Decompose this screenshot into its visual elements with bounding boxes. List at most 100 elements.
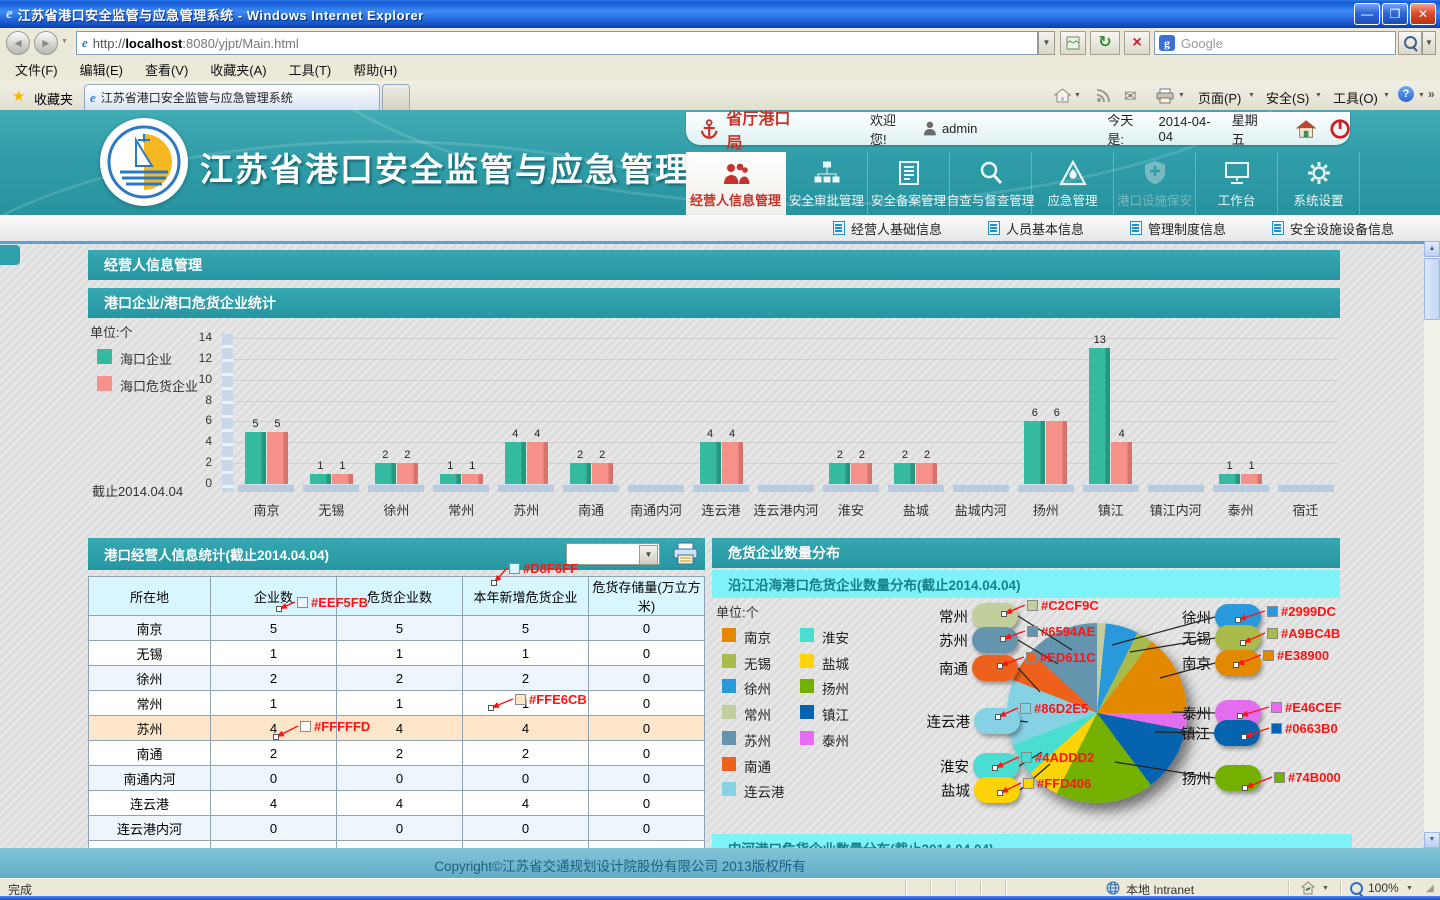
resize-grip[interactable]: ◢	[1426, 883, 1435, 894]
favorites-label[interactable]: 收藏夹	[34, 89, 73, 108]
table-row[interactable]: 南通内河0000	[89, 766, 705, 791]
print-report-icon[interactable]	[672, 541, 699, 567]
help-dropdown-icon[interactable]: ▼	[1418, 92, 1425, 99]
color-annotation-text: #0663B0	[1285, 721, 1338, 736]
pie-callout-bubble-镇江	[1214, 720, 1260, 746]
favorites-star-icon[interactable]: ★	[12, 87, 25, 105]
pie-callout-bubble-无锡	[1215, 625, 1261, 651]
search-button[interactable]	[1398, 31, 1422, 55]
table-filter-select[interactable]: ▼	[566, 543, 660, 565]
nav-item-1[interactable]: 经营人信息管理	[686, 152, 786, 215]
print-icon[interactable]	[1156, 88, 1174, 104]
safety-menu-dropdown-icon[interactable]: ▼	[1315, 92, 1322, 99]
mail-icon[interactable]: ✉	[1124, 87, 1137, 105]
nav-item-4[interactable]: 自查与督查管理	[950, 152, 1032, 215]
table-row[interactable]: 无锡1110	[89, 641, 705, 666]
nav-item-2[interactable]: 安全审批管理	[786, 152, 868, 215]
panel-collapse-handle[interactable]	[0, 245, 20, 265]
table-cell: 2	[211, 841, 337, 849]
home-icon[interactable]	[1054, 88, 1071, 103]
color-annotation-text: #FFE6CB	[529, 692, 587, 707]
filter-dropdown-icon[interactable]: ▼	[1322, 885, 1329, 892]
page-menu-dropdown-icon[interactable]: ▼	[1248, 92, 1255, 99]
url-path: :8080/yjpt/Main.html	[182, 36, 298, 51]
bar-盐城-海口企业	[894, 463, 915, 484]
menu-item[interactable]: 工具(T)	[278, 58, 343, 81]
minimize-button[interactable]: —	[1354, 3, 1380, 25]
subnav-item[interactable]: 安全设施设备信息	[1272, 219, 1394, 238]
gear-icon	[1306, 160, 1332, 186]
compatibility-view-button[interactable]	[1060, 31, 1086, 55]
table-row[interactable]: 常州1110	[89, 691, 705, 716]
table-row[interactable]: 连云港内河0000	[89, 816, 705, 841]
tab-new-stub[interactable]	[382, 84, 410, 110]
search-input[interactable]: g Google	[1154, 31, 1396, 55]
table-row[interactable]: 连云港4440	[89, 791, 705, 816]
subnav-item[interactable]: 管理制度信息	[1130, 219, 1226, 238]
subnav-item[interactable]: 经营人基础信息	[833, 219, 942, 238]
pie-callout-label: 泰州	[1147, 703, 1211, 724]
select-dropdown-icon[interactable]: ▼	[639, 545, 658, 565]
page-scrollbar[interactable]: ▲ ▼	[1424, 241, 1440, 848]
safety-menu-button[interactable]: 安全(S)	[1266, 88, 1309, 107]
home-dropdown-icon[interactable]: ▼	[1074, 92, 1081, 99]
address-input[interactable]: e http://localhost:8080/yjpt/Main.html	[76, 31, 1038, 55]
nav-item-3[interactable]: 安全备案管理	[868, 152, 950, 215]
bar-value-label: 2	[910, 449, 944, 461]
tools-menu-button[interactable]: 工具(O)	[1333, 88, 1378, 107]
logout-power-icon[interactable]	[1330, 118, 1350, 140]
window-title: 江苏省港口安全监管与应急管理系统 - Windows Internet Expl…	[18, 5, 424, 24]
pie-legend-label: 南通	[744, 756, 771, 776]
page-menu-button[interactable]: 页面(P)	[1198, 88, 1241, 107]
tools-menu-dropdown-icon[interactable]: ▼	[1383, 92, 1390, 99]
nav-item-8[interactable]: 系统设置	[1278, 152, 1360, 215]
table-cell: 南通	[89, 741, 211, 766]
scroll-up-icon[interactable]: ▲	[1424, 241, 1440, 257]
history-dropdown-icon[interactable]: ▼	[61, 38, 68, 45]
table-row[interactable]: 徐州2220	[89, 666, 705, 691]
scroll-thumb[interactable]	[1424, 258, 1440, 320]
y-tick-label: 6	[172, 413, 212, 427]
table-cell: 0	[589, 691, 705, 716]
color-annotation-text: #86D2E5	[1034, 701, 1088, 716]
menu-item[interactable]: 编辑(E)	[69, 58, 134, 81]
table-cell: 南京	[89, 616, 211, 641]
search-options-dropdown[interactable]: ▼	[1422, 31, 1436, 55]
table-row[interactable]: 淮安2220	[89, 841, 705, 849]
table-cell: 4	[211, 791, 337, 816]
table-row[interactable]: 南通2220	[89, 741, 705, 766]
user-icon	[923, 120, 937, 137]
table-row[interactable]: 南京5550	[89, 616, 705, 641]
nav-item-6[interactable]: 港口设施保安	[1114, 152, 1196, 215]
menu-item[interactable]: 文件(F)	[4, 58, 69, 81]
zoom-dropdown-icon[interactable]: ▼	[1406, 885, 1413, 892]
stop-button[interactable]: ×	[1124, 31, 1150, 55]
menu-item[interactable]: 帮助(H)	[342, 58, 408, 81]
refresh-button[interactable]: ↻	[1090, 31, 1120, 55]
menu-item[interactable]: 查看(V)	[134, 58, 199, 81]
home-portal-icon[interactable]	[1296, 119, 1316, 139]
back-button[interactable]: ◄	[6, 31, 30, 55]
filter-site-icon[interactable]	[1300, 881, 1316, 895]
rss-feed-icon[interactable]	[1096, 88, 1111, 103]
tab-active[interactable]: e 江苏省港口安全监管与应急管理系统	[84, 84, 380, 110]
address-dropdown-button[interactable]: ▼	[1038, 31, 1055, 55]
close-button[interactable]: ✕	[1410, 3, 1436, 25]
bar-常州-海口企业	[440, 474, 461, 484]
zoom-level[interactable]: 100%	[1368, 881, 1399, 895]
table-row[interactable]: 苏州4440	[89, 716, 705, 741]
help-icon[interactable]: ?	[1398, 86, 1414, 102]
maximize-button[interactable]: ❐	[1382, 3, 1408, 25]
forward-button[interactable]: ►	[34, 31, 58, 55]
menu-item[interactable]: 收藏夹(A)	[199, 58, 277, 81]
zoom-icon[interactable]	[1350, 882, 1363, 895]
color-annotation: #86D2E5	[1020, 701, 1088, 716]
nav-item-7[interactable]: 工作台	[1196, 152, 1278, 215]
gridline	[234, 380, 1338, 381]
pie-callout-label: 徐州	[1147, 607, 1211, 628]
chevron-more-icon[interactable]: »	[1428, 87, 1435, 101]
print-dropdown-icon[interactable]: ▼	[1178, 92, 1185, 99]
subnav-item[interactable]: 人员基本信息	[988, 219, 1084, 238]
nav-item-5[interactable]: 应急管理	[1032, 152, 1114, 215]
scroll-down-icon[interactable]: ▼	[1424, 832, 1440, 848]
